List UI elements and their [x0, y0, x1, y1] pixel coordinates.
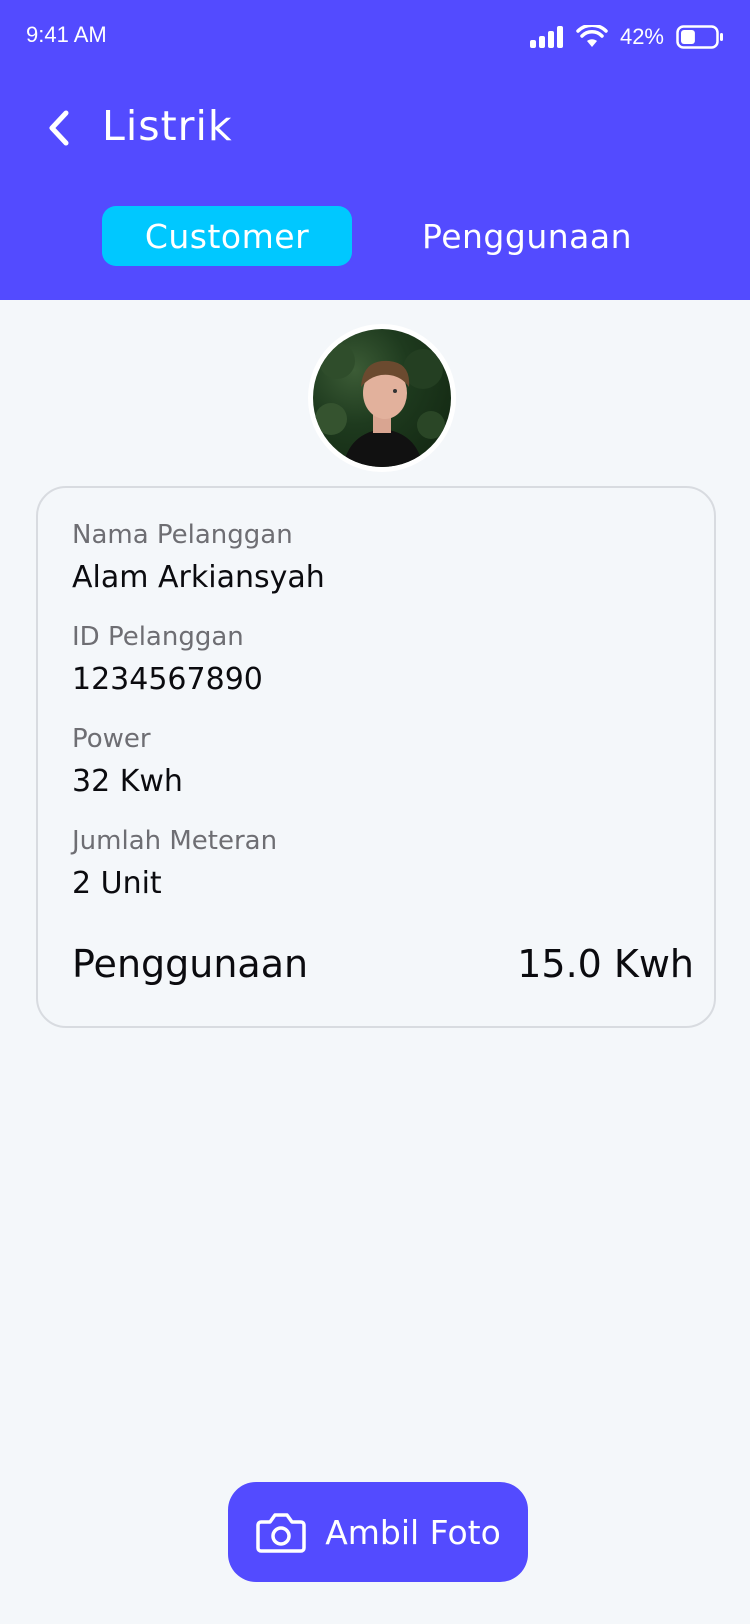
customer-name-label: Nama Pelanggan [72, 520, 293, 550]
wifi-icon [576, 25, 608, 47]
status-bar: 9:41 AM 42% [0, 0, 750, 74]
battery-icon [676, 25, 723, 49]
status-indicators: 42% [529, 20, 724, 54]
nav-bar: Listrik [0, 92, 750, 164]
tab-customer[interactable]: Customer [102, 206, 352, 266]
customer-id-value: 1234567890 [72, 662, 263, 697]
battery-percent: 42% [619, 24, 664, 49]
chevron-left-icon [49, 110, 69, 146]
avatar-photo [313, 329, 451, 467]
usage-label: Penggunaan [72, 942, 309, 986]
meter-count-value: 2 Unit [72, 866, 162, 901]
page-title: Listrik [102, 102, 233, 150]
back-button[interactable] [38, 108, 78, 148]
customer-info-card: Nama Pelanggan Alam Arkiansyah ID Pelang… [36, 486, 716, 1028]
avatar [308, 324, 456, 472]
power-value: 32 Kwh [72, 764, 183, 799]
meter-count-label: Jumlah Meteran [72, 826, 278, 856]
app-header: 9:41 AM 42% Listrik Customer Penggunaan [0, 0, 750, 300]
take-photo-button[interactable]: Ambil Foto [228, 1482, 528, 1582]
power-label: Power [72, 724, 151, 754]
signal-icon [529, 26, 563, 48]
avatar-portrait-image [315, 343, 445, 467]
tab-penggunaan[interactable]: Penggunaan [392, 206, 662, 266]
status-time: 9:41 AM [26, 22, 107, 47]
customer-id-label: ID Pelanggan [72, 622, 244, 652]
customer-name-value: Alam Arkiansyah [72, 560, 325, 595]
usage-value: 15.0 Kwh [517, 942, 694, 986]
tab-bar: Customer Penggunaan [0, 206, 750, 266]
camera-icon [256, 1513, 306, 1553]
take-photo-label: Ambil Foto [325, 1512, 501, 1552]
battery-level-fill [681, 30, 695, 44]
